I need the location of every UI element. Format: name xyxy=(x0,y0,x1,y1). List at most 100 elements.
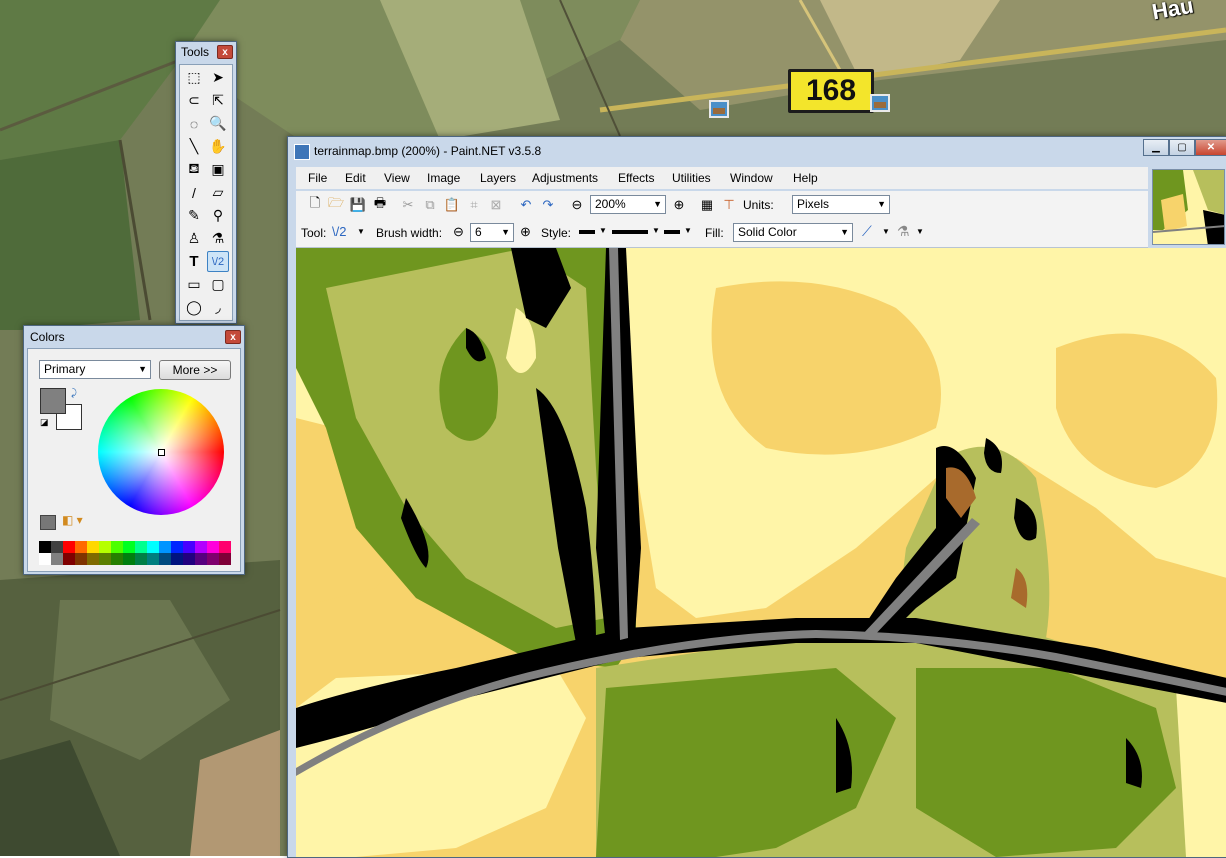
ellipse-select-icon[interactable]: ◌ xyxy=(183,113,205,134)
palette-swatch[interactable] xyxy=(87,541,99,553)
move-selected-icon[interactable]: ⇱ xyxy=(207,90,229,111)
decrease-width-icon[interactable]: ⊖ xyxy=(453,224,464,240)
palette-swatch[interactable] xyxy=(159,553,171,565)
blend-mode-icon[interactable]: ⚗ xyxy=(897,223,910,240)
palette-swatch[interactable] xyxy=(159,541,171,553)
palette-swatch[interactable] xyxy=(219,553,231,565)
menu-utilities[interactable]: Utilities xyxy=(672,171,711,185)
rectangle-icon[interactable]: ▭ xyxy=(183,274,205,295)
paintnet-main-window[interactable]: terrainmap.bmp (200%) - Paint.NET v3.5.8… xyxy=(287,136,1226,858)
colors-palette-close-button[interactable]: x xyxy=(225,330,241,344)
clone-stamp-icon[interactable]: ♙ xyxy=(183,228,205,249)
add-to-palette-icon[interactable] xyxy=(40,515,56,530)
print-icon[interactable]: 🖶 xyxy=(371,195,389,214)
photo-marker-icon[interactable] xyxy=(870,94,890,112)
units-select[interactable]: Pixels ▼ xyxy=(792,195,890,214)
dash-style-select[interactable]: ▼ xyxy=(612,225,660,239)
palette-swatch[interactable] xyxy=(75,553,87,565)
palette-swatch[interactable] xyxy=(135,553,147,565)
palette-swatch[interactable] xyxy=(123,541,135,553)
close-window-button[interactable]: ✕ xyxy=(1195,139,1226,156)
zoom-level-select[interactable]: 200% ▼ xyxy=(590,195,666,214)
text-icon[interactable]: T xyxy=(183,251,205,272)
colors-palette-window[interactable]: Colors x Primary ▼ More >> ⤸ ◪ ◧ ▾ xyxy=(23,325,245,575)
palette-swatch[interactable] xyxy=(63,553,75,565)
minimize-button[interactable]: ▁ xyxy=(1143,139,1169,156)
palette-swatch[interactable] xyxy=(123,553,135,565)
undo-icon[interactable]: ↶ xyxy=(517,196,535,214)
fill-mode-select[interactable]: Solid Color ▼ xyxy=(733,223,853,242)
palette-swatch[interactable] xyxy=(207,541,219,553)
zoom-out-icon[interactable]: ⊖ xyxy=(568,196,586,214)
redo-icon[interactable]: ↷ xyxy=(539,196,557,214)
rounded-rectangle-icon[interactable]: ▢ xyxy=(207,274,229,295)
pencil-icon[interactable]: ✎ xyxy=(183,205,205,226)
palette-swatch[interactable] xyxy=(111,553,123,565)
palette-swatch[interactable] xyxy=(99,541,111,553)
more-colors-button[interactable]: More >> xyxy=(159,360,231,380)
increase-width-icon[interactable]: ⊕ xyxy=(520,224,531,240)
current-tool-icon[interactable]: \/2 xyxy=(332,224,346,239)
color-mode-select[interactable]: Primary ▼ xyxy=(39,360,151,379)
crop-icon[interactable]: ⌗ xyxy=(465,196,483,214)
deselect-icon[interactable]: ⊠ xyxy=(487,196,505,214)
menu-layers[interactable]: Layers xyxy=(480,171,516,185)
brush-width-select[interactable]: 6 ▼ xyxy=(470,223,514,242)
palette-swatch[interactable] xyxy=(147,541,159,553)
menu-window[interactable]: Window xyxy=(730,171,773,185)
main-window-titlebar[interactable]: terrainmap.bmp (200%) - Paint.NET v3.5.8… xyxy=(288,137,1226,165)
maximize-button[interactable]: ▢ xyxy=(1169,139,1195,156)
menu-effects[interactable]: Effects xyxy=(618,171,654,185)
menu-adjustments[interactable]: Adjustments xyxy=(532,171,598,185)
menu-image[interactable]: Image xyxy=(427,171,460,185)
palette-swatch[interactable] xyxy=(183,541,195,553)
tools-palette-close-button[interactable]: x xyxy=(217,45,233,59)
paintbrush-icon[interactable]: / xyxy=(183,182,205,203)
menu-edit[interactable]: Edit xyxy=(345,171,366,185)
line-end-style-select[interactable]: ▼ xyxy=(664,225,694,239)
cut-icon[interactable]: ✂ xyxy=(399,196,417,214)
palette-swatch[interactable] xyxy=(63,541,75,553)
chevron-down-icon[interactable]: ▼ xyxy=(357,227,365,236)
palette-swatch[interactable] xyxy=(135,541,147,553)
lasso-select-icon[interactable]: ⊂ xyxy=(183,90,205,111)
save-icon[interactable]: 💾 xyxy=(349,196,367,214)
palette-swatch[interactable] xyxy=(207,553,219,565)
line-curve-icon[interactable]: \/2 xyxy=(207,251,229,272)
palette-swatch[interactable] xyxy=(183,553,195,565)
zoom-in-icon[interactable]: ⊕ xyxy=(670,196,688,214)
palette-swatch[interactable] xyxy=(195,541,207,553)
swap-colors-icon[interactable]: ⤸ xyxy=(71,388,77,399)
antialiasing-icon[interactable]: ⟋ xyxy=(862,223,872,240)
image-thumbnail[interactable] xyxy=(1152,169,1225,245)
paste-icon[interactable]: 📋 xyxy=(443,196,461,214)
ellipse-icon[interactable]: ◯ xyxy=(183,297,205,318)
palette-swatch[interactable] xyxy=(87,553,99,565)
zoom-icon[interactable]: 🔍 xyxy=(207,113,229,134)
move-selection-icon[interactable]: ➤ xyxy=(207,67,229,88)
freeform-shape-icon[interactable]: ◞ xyxy=(207,297,229,318)
palette-swatch[interactable] xyxy=(111,541,123,553)
image-canvas[interactable] xyxy=(296,248,1226,857)
ruler-icon[interactable]: ⊤ xyxy=(720,196,738,214)
rectangle-select-icon[interactable]: ⬚ xyxy=(183,67,205,88)
palette-swatch[interactable] xyxy=(147,553,159,565)
color-wheel[interactable] xyxy=(98,389,224,515)
palette-swatch[interactable] xyxy=(219,541,231,553)
grid-toggle-icon[interactable]: ▦ xyxy=(698,196,716,214)
magic-wand-icon[interactable]: ╲ xyxy=(183,136,205,157)
tools-palette-window[interactable]: Tools x ⬚ ➤ ⊂ ⇱ ◌ 🔍 ╲ ✋ ⛾ ▣ / ▱ ✎ ⚲ ♙ ⚗ T \/2 ▭ ▢ ◯ ◞ xyxy=(175,41,237,324)
copy-icon[interactable]: ⧉ xyxy=(421,196,439,214)
palette-swatch[interactable] xyxy=(51,541,63,553)
palette-swatch[interactable] xyxy=(171,541,183,553)
new-file-icon[interactable]: 🗋 xyxy=(306,195,324,214)
chevron-down-icon[interactable]: ▼ xyxy=(916,227,924,236)
photo-marker-icon[interactable] xyxy=(709,100,729,118)
terrain-map-image[interactable] xyxy=(296,248,1226,857)
palette-swatch[interactable] xyxy=(75,541,87,553)
open-file-icon[interactable]: 🗁 xyxy=(327,195,345,214)
palette-swatch[interactable] xyxy=(39,541,51,553)
palette-swatch[interactable] xyxy=(51,553,63,565)
chevron-down-icon[interactable]: ▼ xyxy=(882,227,890,236)
palette-menu-icon[interactable]: ◧ ▾ xyxy=(62,513,83,527)
